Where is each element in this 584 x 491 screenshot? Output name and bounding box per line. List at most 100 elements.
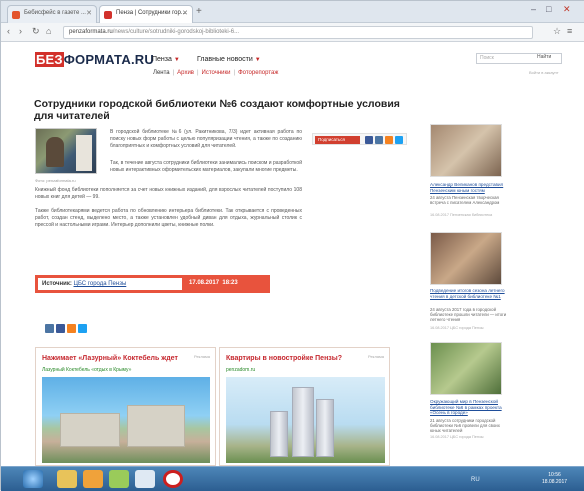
sidebar-news-link[interactable]: Александр Великанов представил Пензенски… xyxy=(430,182,508,193)
sidebar-news-text: 24 августа Пензенская творческая встреча… xyxy=(430,195,500,205)
article-paragraph: Книжный фонд библиотеки пополняется за с… xyxy=(35,187,302,200)
share-panel: Подписаться xyxy=(312,133,407,145)
new-tab-button[interactable]: + xyxy=(196,6,202,17)
url-path: /news/culture/sotrudniki-gorodskoj-bibli… xyxy=(112,29,240,35)
sidebar: Александр Великанов представил Пензенски… xyxy=(430,42,584,466)
source-link[interactable]: ЦБС города Пензы xyxy=(74,281,127,287)
reload-icon[interactable]: ↻ xyxy=(32,26,40,37)
promo-card[interactable]: Нажимает «Лазурный» Коктебель ждет Рекла… xyxy=(35,347,216,466)
promo-image[interactable] xyxy=(226,377,385,463)
opera-browser-icon[interactable] xyxy=(163,470,183,488)
system-clock[interactable]: 10:56 18.08.2017 xyxy=(542,472,567,486)
source-label: Источник: xyxy=(42,281,72,287)
sub-link-archive[interactable]: Архив xyxy=(177,70,194,76)
tab-bar: Бебисфейс в газете ... ✕ Пенза | Сотрудн… xyxy=(1,1,584,23)
publish-date: 17.08.2017 18:23 xyxy=(189,280,238,286)
sidebar-news-date: 16.08.2017 ЦБС города Пензы xyxy=(430,326,484,330)
tab-babyface[interactable]: Бебисфейс в газете ... ✕ xyxy=(7,5,97,23)
city-label: Пенза xyxy=(152,56,172,63)
odnoklassniki-icon[interactable] xyxy=(67,324,76,333)
sidebar-news-link[interactable]: Окружающий мир в Пензенской библиотеке №… xyxy=(430,399,508,416)
promo-card[interactable]: Квартиры в новостройке Пензы? Реклама pe… xyxy=(219,347,390,466)
article-paragraph: Также библиотекарями ведется работа по о… xyxy=(35,208,302,228)
sidebar-news-image[interactable] xyxy=(430,232,502,285)
dropdown-arrow-icon: ▼ xyxy=(254,57,261,63)
sidebar-news-date: 16.08.2017 ЦБС города Пензы xyxy=(430,435,484,439)
twitter-icon[interactable] xyxy=(78,324,87,333)
subscribe-button[interactable]: Подписаться xyxy=(315,136,360,144)
tab-label: Пенза | Сотрудники гор... xyxy=(116,10,186,16)
promo-title[interactable]: Квартиры в новостройке Пензы? xyxy=(226,355,342,362)
vk-icon[interactable] xyxy=(375,136,383,144)
sidebar-news-text: 21 августа сотрудники городской библиоте… xyxy=(430,418,500,433)
app-icon[interactable] xyxy=(135,470,155,488)
article-lead: В городской библиотеке №6 (ул. Ракитнико… xyxy=(110,129,302,149)
start-button-icon[interactable] xyxy=(23,470,43,488)
taskbar: RU 10:56 18.08.2017 xyxy=(1,466,584,491)
promo-image[interactable] xyxy=(42,377,210,463)
sidebar-news-image[interactable] xyxy=(430,124,502,177)
dropdown-arrow-icon: ▼ xyxy=(173,57,180,63)
vk-icon[interactable] xyxy=(45,324,54,333)
tower-building xyxy=(270,411,288,457)
tower-building xyxy=(316,399,334,457)
tray-language[interactable]: RU xyxy=(471,477,480,483)
tab-label: Бебисфейс в газете ... xyxy=(24,10,86,16)
photo-figure xyxy=(46,137,64,167)
source-box: Источник: ЦБС города Пензы xyxy=(38,278,182,290)
maximize-button[interactable]: □ xyxy=(546,4,551,14)
site-logo[interactable]: БЕЗФОРМАТА.RU xyxy=(35,52,154,67)
article-title: Сотрудники городской библиотеки №6 созда… xyxy=(34,98,400,122)
sub-nav: Лента | Архив | Источники | Фоторепортаж xyxy=(153,70,279,76)
logo-rest: ФОРМАТА.RU xyxy=(63,52,154,67)
sidebar-news-image[interactable] xyxy=(430,342,502,395)
sub-link-sources[interactable]: Источники xyxy=(202,70,231,76)
media-player-icon[interactable] xyxy=(83,470,103,488)
sub-link-feed[interactable]: Лента xyxy=(153,70,170,76)
clock-time: 10:56 xyxy=(548,472,561,478)
sidebar-news-link[interactable]: Подведение итогов сезона летнего чтения … xyxy=(430,288,508,299)
minimize-button[interactable]: – xyxy=(531,4,536,14)
time-value: 18:23 xyxy=(222,280,238,286)
city-menu[interactable]: Пенза ▼ xyxy=(152,56,180,63)
odnoklassniki-icon[interactable] xyxy=(385,136,393,144)
page-content: БЕЗФОРМАТА.RU Пенза ▼ Главные новости ▼ … xyxy=(1,42,584,466)
back-icon[interactable]: ‹ xyxy=(7,26,10,36)
menu-icon[interactable]: ≡ xyxy=(567,26,572,36)
sidebar-news-date: 16.08.2017 Пензенская библиотека xyxy=(430,213,493,217)
date-value: 17.08.2017 xyxy=(189,280,220,286)
forward-icon[interactable]: › xyxy=(19,26,22,36)
home-icon[interactable]: ⌂ xyxy=(46,26,51,36)
close-window-button[interactable]: ✕ xyxy=(563,4,571,15)
promo-link[interactable]: Лазурный Коктебель «отдых в Крыму» xyxy=(42,367,131,373)
tower-building xyxy=(292,387,314,457)
file-explorer-icon[interactable] xyxy=(57,470,77,488)
promo-title[interactable]: Нажимает «Лазурный» Коктебель ждет xyxy=(42,355,178,362)
promo-ad-label: Реклама xyxy=(193,354,210,359)
photo-figure xyxy=(76,135,92,171)
browser-window: Бебисфейс в газете ... ✕ Пенза | Сотрудн… xyxy=(0,0,584,491)
hotel-building xyxy=(60,413,120,447)
bookmark-star-icon[interactable]: ☆ xyxy=(553,26,561,37)
photo-caption: Фото: penzaformata.ru xyxy=(35,178,76,183)
source-bar: Источник: ЦБС города Пензы 17.08.2017 18… xyxy=(35,275,270,293)
close-tab-icon[interactable]: ✕ xyxy=(86,9,92,17)
promo-link[interactable]: penzadom.ru xyxy=(226,367,255,373)
clock-date: 18.08.2017 xyxy=(542,479,568,485)
facebook-icon[interactable] xyxy=(365,136,373,144)
sidebar-news-text: 24 августа 2017 года в городской библиот… xyxy=(430,307,507,322)
app-icon[interactable] xyxy=(109,470,129,488)
url-host: penzaformata.ru xyxy=(69,29,113,35)
hotel-building xyxy=(127,405,185,447)
url-field[interactable]: penzaformata.ru/news/culture/sotrudniki-… xyxy=(63,26,533,39)
main-news-menu[interactable]: Главные новости ▼ xyxy=(197,56,261,63)
tab-favicon-icon xyxy=(104,11,112,19)
main-news-label: Главные новости xyxy=(197,56,253,63)
promo-ad-label: Реклама xyxy=(367,354,384,359)
facebook-icon[interactable] xyxy=(56,324,65,333)
sub-link-photo[interactable]: Фоторепортаж xyxy=(238,70,278,76)
twitter-icon[interactable] xyxy=(395,136,403,144)
tab-penza-article[interactable]: Пенза | Сотрудники гор... ✕ xyxy=(99,5,193,23)
article-photo[interactable] xyxy=(35,128,97,174)
close-tab-icon[interactable]: ✕ xyxy=(182,9,188,17)
